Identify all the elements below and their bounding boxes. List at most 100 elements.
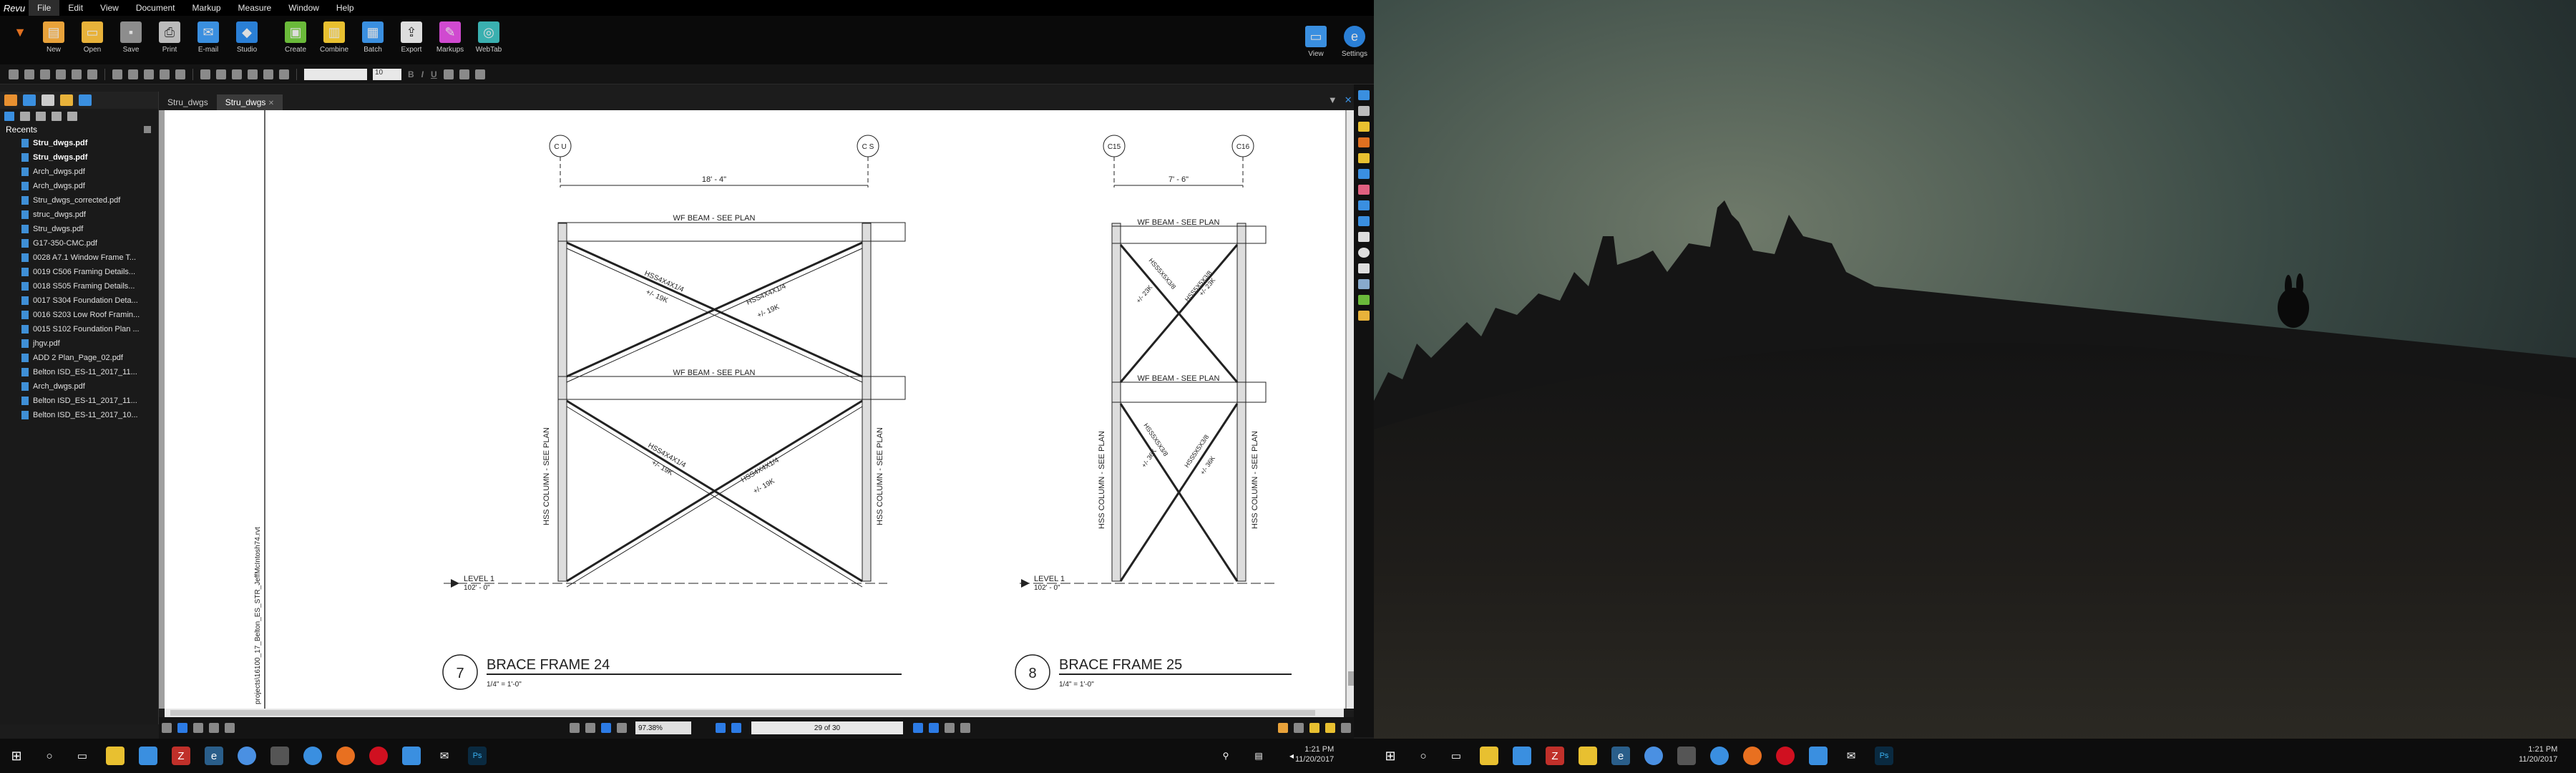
toolchest-tab-icon[interactable] bbox=[60, 94, 73, 106]
opera-icon[interactable] bbox=[1776, 747, 1795, 765]
continuous-icon[interactable] bbox=[193, 723, 203, 733]
rectangle-icon[interactable] bbox=[1358, 232, 1370, 242]
recents-header[interactable]: Recents bbox=[0, 123, 158, 136]
edge-icon[interactable] bbox=[402, 747, 421, 765]
recent-file-item[interactable]: Belton ISD_ES-11_2017_10... bbox=[0, 408, 158, 422]
paste-icon[interactable] bbox=[72, 69, 82, 79]
format-painter-icon[interactable] bbox=[87, 69, 97, 79]
markups-tab-icon[interactable] bbox=[23, 94, 36, 106]
webtab-button[interactable]: ◎ WebTab bbox=[469, 16, 508, 54]
recent-file-item[interactable]: 0017 S304 Foundation Deta... bbox=[0, 293, 158, 308]
recent-file-item[interactable]: Arch_dwgs.pdf bbox=[0, 379, 158, 394]
last-page-icon[interactable] bbox=[929, 723, 939, 733]
new-button[interactable]: ▤ New bbox=[34, 16, 73, 54]
note-icon[interactable] bbox=[1358, 122, 1370, 132]
grid-icon[interactable] bbox=[160, 69, 170, 79]
redo-icon[interactable] bbox=[24, 69, 34, 79]
undo-icon[interactable] bbox=[9, 69, 19, 79]
people-icon[interactable]: ⚲ bbox=[1216, 747, 1235, 765]
arrow-icon[interactable] bbox=[232, 69, 242, 79]
recent-file-item[interactable]: Arch_dwgs.pdf bbox=[0, 179, 158, 193]
align-center-icon[interactable] bbox=[459, 69, 469, 79]
save-button[interactable]: ▪ Save bbox=[112, 16, 150, 54]
select-tool-icon[interactable] bbox=[585, 723, 595, 733]
stamp-icon[interactable] bbox=[1358, 137, 1370, 147]
grid-view-icon[interactable] bbox=[225, 723, 235, 733]
settings-button[interactable]: e Settings bbox=[1335, 20, 1374, 58]
recent-file-item[interactable]: 0018 S505 Framing Details... bbox=[0, 279, 158, 293]
pin-icon[interactable] bbox=[36, 111, 46, 121]
file-explorer-icon[interactable] bbox=[106, 747, 125, 765]
windows-store-icon[interactable] bbox=[1513, 747, 1531, 765]
back-view-icon[interactable] bbox=[945, 723, 955, 733]
search-icon[interactable]: ○ bbox=[40, 747, 59, 765]
document-icon[interactable] bbox=[20, 111, 30, 121]
markup-tool-icon[interactable] bbox=[112, 69, 122, 79]
filezilla-icon[interactable]: Z bbox=[172, 747, 190, 765]
photoshop-icon[interactable]: Ps bbox=[468, 747, 487, 765]
windows-store-icon[interactable] bbox=[139, 747, 157, 765]
task-view-icon[interactable]: ▭ bbox=[1447, 747, 1465, 765]
properties-tab-icon[interactable] bbox=[79, 94, 92, 106]
list-icon[interactable] bbox=[67, 111, 77, 121]
menu-document[interactable]: Document bbox=[127, 0, 184, 16]
typewriter-icon[interactable] bbox=[1358, 106, 1370, 116]
menu-measure[interactable]: Measure bbox=[230, 0, 280, 16]
pan-tool-icon[interactable] bbox=[570, 723, 580, 733]
menu-markup[interactable]: Markup bbox=[184, 0, 230, 16]
mail-icon[interactable]: ✉ bbox=[435, 747, 454, 765]
snapshot-icon[interactable] bbox=[617, 723, 627, 733]
arrow-icon[interactable] bbox=[1358, 216, 1370, 226]
tab-stru-dwgs-2[interactable]: Stru_dwgs ✕ bbox=[216, 94, 283, 110]
split-view-icon[interactable] bbox=[209, 723, 219, 733]
measure-icon[interactable] bbox=[1278, 723, 1288, 733]
align-left-icon[interactable] bbox=[443, 69, 454, 79]
font-size-select[interactable]: 10 bbox=[373, 68, 401, 80]
recent-file-item[interactable]: 0019 C506 Framing Details... bbox=[0, 265, 158, 279]
recent-file-item[interactable]: Arch_dwgs.pdf bbox=[0, 165, 158, 179]
image-icon[interactable] bbox=[1358, 295, 1370, 305]
next-page-icon[interactable] bbox=[913, 723, 923, 733]
bluebeam-revu-icon[interactable]: e bbox=[205, 747, 223, 765]
snap-icon[interactable] bbox=[175, 69, 185, 79]
recent-file-item[interactable]: Stru_dwgs_corrected.pdf bbox=[0, 193, 158, 208]
file-explorer-icon[interactable] bbox=[1480, 747, 1498, 765]
recent-file-item[interactable]: ADD 2 Plan_Page_02.pdf bbox=[0, 351, 158, 365]
line-width-icon[interactable] bbox=[216, 69, 226, 79]
menu-window[interactable]: Window bbox=[280, 0, 328, 16]
search-icon[interactable]: ○ bbox=[1414, 747, 1433, 765]
font-family-select[interactable] bbox=[304, 68, 367, 80]
print-button[interactable]: ⎙ Print bbox=[150, 16, 189, 54]
firefox-icon[interactable] bbox=[336, 747, 355, 765]
recent-file-item[interactable]: 0016 S203 Low Roof Framin... bbox=[0, 308, 158, 322]
file-access-tab-icon[interactable] bbox=[4, 94, 17, 106]
lightbulb-icon[interactable] bbox=[1309, 723, 1319, 733]
task-view-icon[interactable]: ▭ bbox=[73, 747, 92, 765]
tag-icon[interactable] bbox=[52, 111, 62, 121]
highlight-icon[interactable] bbox=[144, 69, 154, 79]
recents-options-icon[interactable] bbox=[144, 126, 151, 133]
single-page-icon[interactable] bbox=[177, 723, 187, 733]
menu-view[interactable]: View bbox=[92, 0, 127, 16]
markups-button[interactable]: ✎ Markups bbox=[431, 16, 469, 54]
underline-button[interactable]: U bbox=[431, 69, 437, 79]
cloud-icon[interactable] bbox=[1358, 279, 1370, 289]
page-number-field[interactable]: 29 of 30 bbox=[751, 721, 903, 734]
forward-view-icon[interactable] bbox=[960, 723, 970, 733]
recent-file-item[interactable]: Stru_dwgs.pdf bbox=[0, 222, 158, 236]
vertical-scroll-thumb[interactable] bbox=[1348, 671, 1354, 686]
recent-file-item[interactable]: Belton ISD_ES-11_2017_11... bbox=[0, 394, 158, 408]
highlighter-icon[interactable] bbox=[1358, 169, 1370, 179]
horizontal-scrollbar[interactable] bbox=[165, 709, 1344, 717]
create-button[interactable]: ▣ Create bbox=[276, 16, 315, 54]
start-icon[interactable]: ⊞ bbox=[1381, 747, 1400, 765]
bold-button[interactable]: B bbox=[408, 69, 414, 79]
recent-file-item[interactable]: Belton ISD_ES-11_2017_11... bbox=[0, 365, 158, 379]
menu-help[interactable]: Help bbox=[328, 0, 363, 16]
edge-icon[interactable] bbox=[1809, 747, 1828, 765]
start-icon[interactable]: ⊞ bbox=[7, 747, 26, 765]
recent-file-item[interactable]: Stru_dwgs.pdf bbox=[0, 150, 158, 165]
combine-button[interactable]: ▥ Combine bbox=[315, 16, 353, 54]
calculator-icon[interactable] bbox=[270, 747, 289, 765]
app-icon[interactable] bbox=[1710, 747, 1729, 765]
